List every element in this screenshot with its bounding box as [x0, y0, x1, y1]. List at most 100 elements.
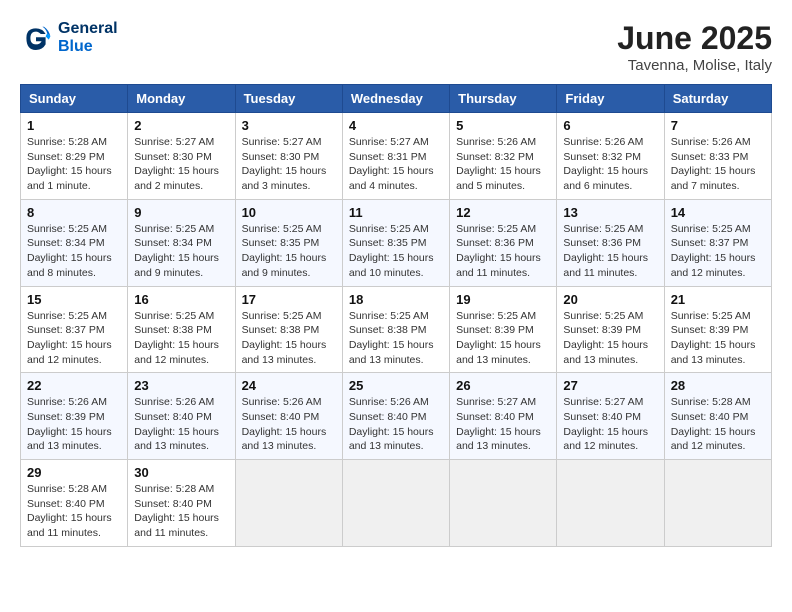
- weekday-header: Tuesday: [235, 85, 342, 113]
- month-title: June 2025: [617, 20, 772, 57]
- day-detail: Sunrise: 5:26 AMSunset: 8:32 PMDaylight:…: [456, 135, 550, 194]
- calendar-body: 1Sunrise: 5:28 AMSunset: 8:29 PMDaylight…: [21, 113, 772, 547]
- calendar-cell: 25 Sunrise: 5:26 AMSunset: 8:40 PMDayligh…: [342, 373, 449, 460]
- day-number: 27: [563, 378, 657, 393]
- day-detail: Sunrise: 5:25 AMSunset: 8:36 PMDaylight:…: [563, 222, 657, 281]
- day-detail: Sunrise: 5:27 AMSunset: 8:30 PMDaylight:…: [134, 135, 228, 194]
- calendar-cell: [235, 460, 342, 547]
- calendar-header-row: SundayMondayTuesdayWednesdayThursdayFrid…: [21, 85, 772, 113]
- weekday-header: Thursday: [450, 85, 557, 113]
- day-detail: Sunrise: 5:25 AMSunset: 8:39 PMDaylight:…: [563, 309, 657, 368]
- day-detail: Sunrise: 5:26 AMSunset: 8:40 PMDaylight:…: [134, 395, 228, 454]
- calendar-cell: 26Sunrise: 5:27 AMSunset: 8:40 PMDayligh…: [450, 373, 557, 460]
- day-number: 7: [671, 118, 765, 133]
- day-detail: Sunrise: 5:25 AMSunset: 8:39 PMDaylight:…: [456, 309, 550, 368]
- calendar-cell: [342, 460, 449, 547]
- logo-text: General Blue: [58, 20, 118, 56]
- weekday-header: Sunday: [21, 85, 128, 113]
- title-section: June 2025 Tavenna, Molise, Italy: [617, 20, 772, 74]
- day-number: 12: [456, 205, 550, 220]
- calendar-cell: 18 Sunrise: 5:25 AMSunset: 8:38 PMDayligh…: [342, 286, 449, 373]
- day-number: 5: [456, 118, 550, 133]
- calendar-cell: 5 Sunrise: 5:26 AMSunset: 8:32 PMDaylight…: [450, 113, 557, 200]
- day-number: 2: [134, 118, 228, 133]
- day-number: 8: [27, 205, 121, 220]
- logo-icon: [20, 22, 52, 54]
- calendar-cell: 9 Sunrise: 5:25 AMSunset: 8:34 PMDaylight…: [128, 199, 235, 286]
- calendar-cell: 3 Sunrise: 5:27 AMSunset: 8:30 PMDaylight…: [235, 113, 342, 200]
- calendar-cell: 21 Sunrise: 5:25 AMSunset: 8:39 PMDayligh…: [664, 286, 771, 373]
- day-detail: Sunrise: 5:28 AMSunset: 8:40 PMDaylight:…: [27, 482, 121, 541]
- calendar-cell: 10 Sunrise: 5:25 AMSunset: 8:35 PMDayligh…: [235, 199, 342, 286]
- day-detail: Sunrise: 5:25 AMSunset: 8:36 PMDaylight:…: [456, 222, 550, 281]
- calendar-cell: 6 Sunrise: 5:26 AMSunset: 8:32 PMDaylight…: [557, 113, 664, 200]
- day-detail: Sunrise: 5:25 AMSunset: 8:34 PMDaylight:…: [27, 222, 121, 281]
- day-detail: Sunrise: 5:25 AMSunset: 8:39 PMDaylight:…: [671, 309, 765, 368]
- calendar-cell: 8 Sunrise: 5:25 AMSunset: 8:34 PMDaylight…: [21, 199, 128, 286]
- logo: General Blue: [20, 20, 118, 56]
- day-detail: Sunrise: 5:25 AMSunset: 8:38 PMDaylight:…: [349, 309, 443, 368]
- day-number: 22: [27, 378, 121, 393]
- day-number: 3: [242, 118, 336, 133]
- day-number: 14: [671, 205, 765, 220]
- day-number: 15: [27, 292, 121, 307]
- day-number: 29: [27, 465, 121, 480]
- calendar-cell: [664, 460, 771, 547]
- calendar-cell: [557, 460, 664, 547]
- calendar-cell: [450, 460, 557, 547]
- day-detail: Sunrise: 5:26 AMSunset: 8:33 PMDaylight:…: [671, 135, 765, 194]
- day-number: 16: [134, 292, 228, 307]
- calendar-cell: 7 Sunrise: 5:26 AMSunset: 8:33 PMDaylight…: [664, 113, 771, 200]
- calendar-table: SundayMondayTuesdayWednesdayThursdayFrid…: [20, 84, 772, 547]
- day-detail: Sunrise: 5:25 AMSunset: 8:38 PMDaylight:…: [242, 309, 336, 368]
- calendar-cell: 16 Sunrise: 5:25 AMSunset: 8:38 PMDayligh…: [128, 286, 235, 373]
- weekday-header: Wednesday: [342, 85, 449, 113]
- day-detail: Sunrise: 5:28 AMSunset: 8:40 PMDaylight:…: [671, 395, 765, 454]
- day-number: 28: [671, 378, 765, 393]
- calendar-cell: 23 Sunrise: 5:26 AMSunset: 8:40 PMDayligh…: [128, 373, 235, 460]
- day-number: 19: [456, 292, 550, 307]
- calendar-cell: 29 Sunrise: 5:28 AMSunset: 8:40 PMDayligh…: [21, 460, 128, 547]
- calendar-cell: 27Sunrise: 5:27 AMSunset: 8:40 PMDayligh…: [557, 373, 664, 460]
- calendar-cell: 20 Sunrise: 5:25 AMSunset: 8:39 PMDayligh…: [557, 286, 664, 373]
- day-number: 1: [27, 118, 121, 133]
- day-detail: Sunrise: 5:25 AMSunset: 8:38 PMDaylight:…: [134, 309, 228, 368]
- calendar-cell: 28 Sunrise: 5:28 AMSunset: 8:40 PMDayligh…: [664, 373, 771, 460]
- day-detail: Sunrise: 5:25 AMSunset: 8:37 PMDaylight:…: [27, 309, 121, 368]
- day-number: 6: [563, 118, 657, 133]
- weekday-header: Monday: [128, 85, 235, 113]
- day-detail: Sunrise: 5:26 AMSunset: 8:32 PMDaylight:…: [563, 135, 657, 194]
- day-detail: Sunrise: 5:27 AMSunset: 8:40 PMDaylight:…: [456, 395, 550, 454]
- day-number: 25: [349, 378, 443, 393]
- day-number: 11: [349, 205, 443, 220]
- calendar-cell: 2 Sunrise: 5:27 AMSunset: 8:30 PMDaylight…: [128, 113, 235, 200]
- location-title: Tavenna, Molise, Italy: [617, 57, 772, 74]
- day-detail: Sunrise: 5:26 AMSunset: 8:40 PMDaylight:…: [242, 395, 336, 454]
- day-detail: Sunrise: 5:26 AMSunset: 8:40 PMDaylight:…: [349, 395, 443, 454]
- day-number: 20: [563, 292, 657, 307]
- day-number: 10: [242, 205, 336, 220]
- day-detail: Sunrise: 5:25 AMSunset: 8:34 PMDaylight:…: [134, 222, 228, 281]
- calendar-cell: 24 Sunrise: 5:26 AMSunset: 8:40 PMDayligh…: [235, 373, 342, 460]
- day-detail: Sunrise: 5:25 AMSunset: 8:37 PMDaylight:…: [671, 222, 765, 281]
- day-detail: Sunrise: 5:25 AMSunset: 8:35 PMDaylight:…: [242, 222, 336, 281]
- day-number: 21: [671, 292, 765, 307]
- calendar-cell: 11Sunrise: 5:25 AMSunset: 8:35 PMDayligh…: [342, 199, 449, 286]
- page-header: General Blue June 2025 Tavenna, Molise, …: [20, 20, 772, 74]
- day-number: 4: [349, 118, 443, 133]
- calendar-cell: 12 Sunrise: 5:25 AMSunset: 8:36 PMDayligh…: [450, 199, 557, 286]
- weekday-header: Saturday: [664, 85, 771, 113]
- day-detail: Sunrise: 5:28 AMSunset: 8:40 PMDaylight:…: [134, 482, 228, 541]
- calendar-cell: 1Sunrise: 5:28 AMSunset: 8:29 PMDaylight…: [21, 113, 128, 200]
- day-number: 13: [563, 205, 657, 220]
- calendar-cell: 19 Sunrise: 5:25 AMSunset: 8:39 PMDayligh…: [450, 286, 557, 373]
- day-detail: Sunrise: 5:27 AMSunset: 8:30 PMDaylight:…: [242, 135, 336, 194]
- weekday-header: Friday: [557, 85, 664, 113]
- calendar-cell: 30Sunrise: 5:28 AMSunset: 8:40 PMDayligh…: [128, 460, 235, 547]
- calendar-cell: 15 Sunrise: 5:25 AMSunset: 8:37 PMDayligh…: [21, 286, 128, 373]
- day-number: 9: [134, 205, 228, 220]
- day-number: 24: [242, 378, 336, 393]
- day-number: 23: [134, 378, 228, 393]
- day-number: 18: [349, 292, 443, 307]
- calendar-cell: 13 Sunrise: 5:25 AMSunset: 8:36 PMDayligh…: [557, 199, 664, 286]
